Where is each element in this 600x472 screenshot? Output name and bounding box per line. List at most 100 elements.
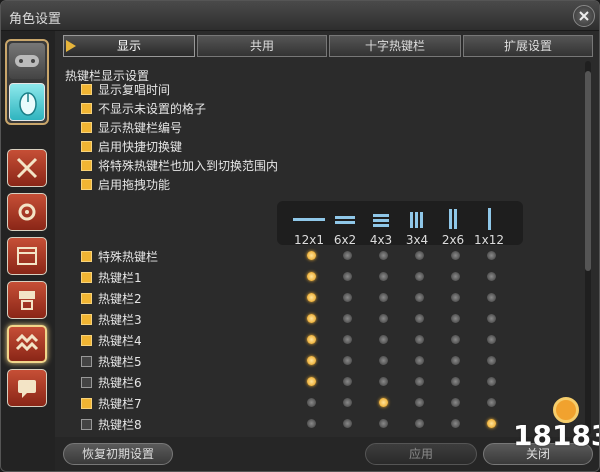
option-show-recast[interactable]: 显示复唱时间	[81, 80, 170, 98]
layout-radio[interactable]	[415, 335, 424, 344]
layout-radio[interactable]	[415, 251, 424, 260]
checkbox-icon[interactable]	[81, 397, 92, 409]
layout-radio[interactable]	[451, 377, 460, 386]
layout-radio[interactable]	[487, 356, 496, 365]
checkbox-icon[interactable]	[81, 83, 92, 95]
layout-radio[interactable]	[379, 356, 388, 365]
layout-radio[interactable]	[451, 356, 460, 365]
layout-radio[interactable]	[487, 335, 496, 344]
layout-radio[interactable]	[487, 377, 496, 386]
layout-radio[interactable]	[379, 272, 388, 281]
layout-radio[interactable]	[415, 377, 424, 386]
option-include-special-bar[interactable]: 将特殊热键栏也加入到切换范围内	[81, 156, 278, 174]
layout-radio[interactable]	[307, 293, 316, 302]
checkbox-icon[interactable]	[81, 140, 92, 152]
layout-radio[interactable]	[343, 272, 352, 281]
layout-radio[interactable]	[343, 377, 352, 386]
layout-radio[interactable]	[343, 419, 352, 428]
hotbar-row[interactable]: 热键栏3	[81, 310, 142, 328]
sidebar-item-nameplate-icon[interactable]	[7, 281, 47, 319]
checkbox-icon[interactable]	[81, 355, 92, 367]
layout-radio[interactable]	[487, 293, 496, 302]
layout-radio[interactable]	[451, 251, 460, 260]
checkbox-icon[interactable]	[81, 376, 92, 388]
scroll-thumb[interactable]	[585, 71, 591, 271]
layout-radio[interactable]	[415, 398, 424, 407]
sidebar-item-hotbar-icon[interactable]	[7, 325, 47, 363]
option-enable-quick-switch[interactable]: 启用快捷切换键	[81, 137, 182, 155]
layout-radio[interactable]	[451, 398, 460, 407]
layout-radio[interactable]	[379, 314, 388, 323]
layout-radio[interactable]	[487, 314, 496, 323]
layout-radio[interactable]	[415, 293, 424, 302]
layout-radio[interactable]	[307, 377, 316, 386]
layout-radio[interactable]	[343, 335, 352, 344]
layout-radio[interactable]	[343, 398, 352, 407]
tab-display[interactable]: 显示	[63, 35, 195, 57]
layout-radio[interactable]	[343, 293, 352, 302]
layout-radio[interactable]	[451, 293, 460, 302]
hotbar-row[interactable]: 热键栏7	[81, 394, 142, 412]
layout-radio[interactable]	[379, 293, 388, 302]
tab-extended-settings[interactable]: 扩展设置	[463, 35, 593, 57]
layout-radio[interactable]	[307, 314, 316, 323]
layout-radio[interactable]	[379, 335, 388, 344]
layout-radio[interactable]	[379, 419, 388, 428]
checkbox-icon[interactable]	[81, 313, 92, 325]
gamepad-icon[interactable]	[9, 43, 45, 79]
layout-radio[interactable]	[415, 314, 424, 323]
sidebar-item-chat-icon[interactable]	[7, 369, 47, 407]
hotbar-row[interactable]: 热键栏8	[81, 415, 142, 433]
tab-cross-hotbar[interactable]: 十字热键栏	[329, 35, 461, 57]
layout-radio[interactable]	[451, 272, 460, 281]
layout-radio[interactable]	[415, 356, 424, 365]
checkbox-icon[interactable]	[81, 271, 92, 283]
layout-radio[interactable]	[451, 314, 460, 323]
tab-shared[interactable]: 共用	[197, 35, 327, 57]
layout-radio[interactable]	[487, 251, 496, 260]
layout-radio[interactable]	[487, 419, 496, 428]
option-hide-empty-slots[interactable]: 不显示未设置的格子	[81, 99, 206, 117]
hotbar-row[interactable]: 热键栏1	[81, 268, 142, 286]
layout-radio[interactable]	[343, 356, 352, 365]
layout-radio[interactable]	[343, 314, 352, 323]
sidebar-item-window-icon[interactable]	[7, 237, 47, 275]
hotbar-row[interactable]: 热键栏2	[81, 289, 142, 307]
scrollbar[interactable]	[585, 61, 591, 435]
checkbox-icon[interactable]	[81, 159, 92, 171]
option-show-hotbar-number[interactable]: 显示热键栏编号	[81, 118, 182, 136]
checkbox-icon[interactable]	[81, 418, 92, 430]
layout-radio[interactable]	[379, 251, 388, 260]
layout-radio[interactable]	[487, 398, 496, 407]
checkbox-icon[interactable]	[81, 292, 92, 304]
option-enable-drag[interactable]: 启用拖拽功能	[81, 175, 170, 193]
layout-radio[interactable]	[307, 419, 316, 428]
layout-radio[interactable]	[451, 335, 460, 344]
checkbox-icon[interactable]	[81, 250, 92, 262]
layout-radio[interactable]	[307, 356, 316, 365]
layout-radio[interactable]	[343, 251, 352, 260]
layout-radio[interactable]	[487, 272, 496, 281]
layout-radio[interactable]	[307, 251, 316, 260]
checkbox-icon[interactable]	[81, 334, 92, 346]
mouse-icon[interactable]	[9, 83, 45, 121]
layout-radio[interactable]	[379, 398, 388, 407]
layout-radio[interactable]	[415, 419, 424, 428]
layout-radio[interactable]	[307, 398, 316, 407]
hotbar-row[interactable]: 热键栏4	[81, 331, 142, 349]
sidebar-item-gear-icon[interactable]	[7, 193, 47, 231]
reset-defaults-button[interactable]: 恢复初期设置	[63, 443, 173, 465]
sidebar-item-battle-icon[interactable]	[7, 149, 47, 187]
close-icon[interactable]	[573, 5, 595, 27]
layout-radio[interactable]	[307, 335, 316, 344]
layout-radio[interactable]	[379, 377, 388, 386]
hotbar-row[interactable]: 特殊热键栏	[81, 247, 158, 265]
hotbar-row[interactable]: 热键栏5	[81, 352, 142, 370]
layout-radio[interactable]	[451, 419, 460, 428]
hotbar-row[interactable]: 热键栏6	[81, 373, 142, 391]
apply-button[interactable]: 应用	[365, 443, 477, 465]
layout-radio[interactable]	[415, 272, 424, 281]
checkbox-icon[interactable]	[81, 121, 92, 133]
checkbox-icon[interactable]	[81, 102, 92, 114]
layout-radio[interactable]	[307, 272, 316, 281]
